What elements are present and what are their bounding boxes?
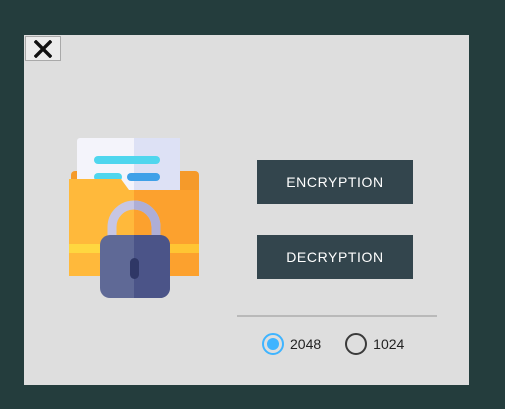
locked-folder-icon: [69, 138, 199, 300]
radio-2048[interactable]: 2048: [262, 333, 321, 355]
close-button[interactable]: [25, 36, 61, 61]
radio-1024[interactable]: 1024: [345, 333, 404, 355]
app-window: ENCRYPTION DECRYPTION 2048 1024: [24, 35, 469, 385]
radio-unchecked-icon: [345, 333, 368, 355]
divider: [237, 315, 437, 317]
close-icon: [34, 39, 52, 58]
radio-1024-label: 1024: [373, 336, 405, 352]
key-size-radio-group: 2048 1024: [262, 333, 404, 355]
radio-2048-label: 2048: [290, 336, 322, 352]
radio-checked-icon: [262, 333, 284, 355]
decryption-button[interactable]: DECRYPTION: [257, 235, 413, 279]
encryption-button[interactable]: ENCRYPTION: [257, 160, 413, 204]
